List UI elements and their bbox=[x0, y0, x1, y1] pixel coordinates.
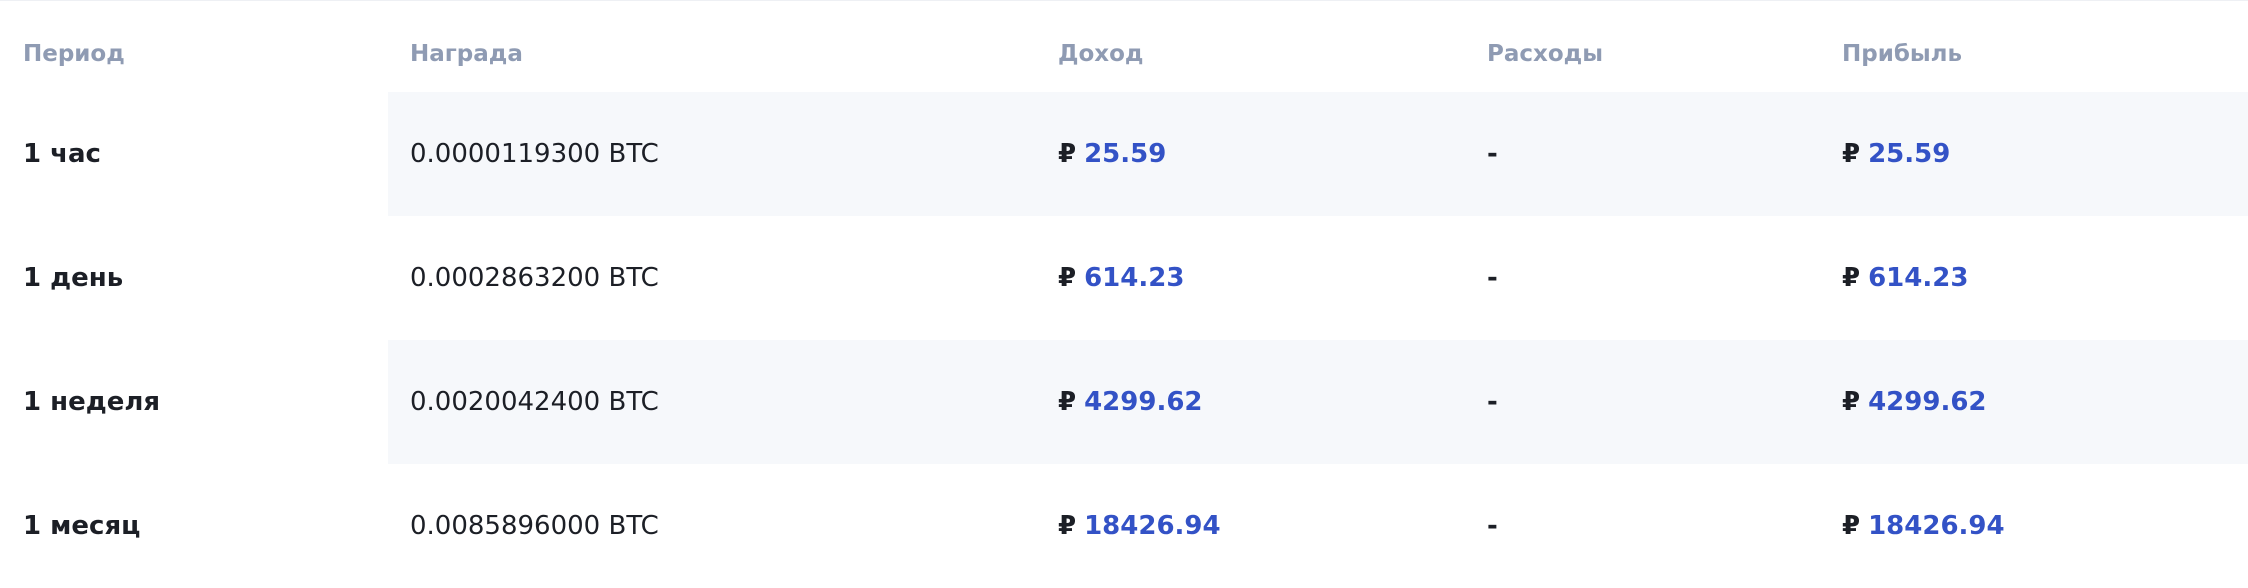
header-profit: Прибыль bbox=[1842, 41, 1963, 67]
income-cell: ₽4299.62 bbox=[1058, 340, 1203, 464]
ruble-currency-icon: ₽ bbox=[1842, 387, 1861, 417]
profit-cell: ₽614.23 bbox=[1842, 216, 1968, 340]
ruble-currency-icon: ₽ bbox=[1058, 139, 1077, 169]
mining-profit-table: Период Награда Доход Расходы Прибыль 1 ч… bbox=[0, 0, 2248, 585]
ruble-currency-icon: ₽ bbox=[1058, 387, 1077, 417]
reward-cell: 0.0002863200 BTC bbox=[410, 263, 659, 293]
ruble-currency-icon: ₽ bbox=[1842, 511, 1861, 541]
expense-cell: - bbox=[1487, 511, 1498, 541]
header-period: Период bbox=[23, 41, 125, 67]
reward-cell: 0.0020042400 BTC bbox=[410, 387, 659, 417]
reward-cell: 0.0085896000 BTC bbox=[410, 511, 659, 541]
row-band bbox=[388, 92, 2248, 216]
expense-cell: - bbox=[1487, 139, 1498, 169]
profit-cell: ₽4299.62 bbox=[1842, 340, 1987, 464]
header-income: Доход bbox=[1058, 41, 1144, 67]
income-amount: 25.59 bbox=[1084, 139, 1167, 169]
expense-cell: - bbox=[1487, 263, 1498, 293]
income-amount: 614.23 bbox=[1084, 263, 1185, 293]
income-cell: ₽25.59 bbox=[1058, 92, 1166, 216]
income-cell: ₽18426.94 bbox=[1058, 464, 1221, 588]
profit-cell: ₽18426.94 bbox=[1842, 464, 2005, 588]
profit-amount: 18426.94 bbox=[1868, 511, 2005, 541]
header-expense: Расходы bbox=[1487, 41, 1604, 67]
ruble-currency-icon: ₽ bbox=[1842, 139, 1861, 169]
expense-cell: - bbox=[1487, 387, 1498, 417]
table-row: 1 неделя 0.0020042400 BTC ₽4299.62 - ₽42… bbox=[0, 340, 2248, 464]
period-cell: 1 день bbox=[23, 263, 124, 293]
profit-cell: ₽25.59 bbox=[1842, 92, 1950, 216]
income-amount: 18426.94 bbox=[1084, 511, 1221, 541]
profit-amount: 614.23 bbox=[1868, 263, 1969, 293]
table-row: 1 месяц 0.0085896000 BTC ₽18426.94 - ₽18… bbox=[0, 464, 2248, 588]
profit-amount: 4299.62 bbox=[1868, 387, 1987, 417]
period-cell: 1 час bbox=[23, 139, 101, 169]
ruble-currency-icon: ₽ bbox=[1058, 263, 1077, 293]
ruble-currency-icon: ₽ bbox=[1842, 263, 1861, 293]
table-row: 1 день 0.0002863200 BTC ₽614.23 - ₽614.2… bbox=[0, 216, 2248, 340]
table-header-row: Период Награда Доход Расходы Прибыль bbox=[0, 2, 2248, 92]
profit-amount: 25.59 bbox=[1868, 139, 1951, 169]
income-cell: ₽614.23 bbox=[1058, 216, 1184, 340]
reward-cell: 0.0000119300 BTC bbox=[410, 139, 659, 169]
income-amount: 4299.62 bbox=[1084, 387, 1203, 417]
table-row: 1 час 0.0000119300 BTC ₽25.59 - ₽25.59 bbox=[0, 92, 2248, 216]
period-cell: 1 месяц bbox=[23, 511, 141, 541]
header-reward: Награда bbox=[410, 41, 523, 67]
ruble-currency-icon: ₽ bbox=[1058, 511, 1077, 541]
period-cell: 1 неделя bbox=[23, 387, 161, 417]
